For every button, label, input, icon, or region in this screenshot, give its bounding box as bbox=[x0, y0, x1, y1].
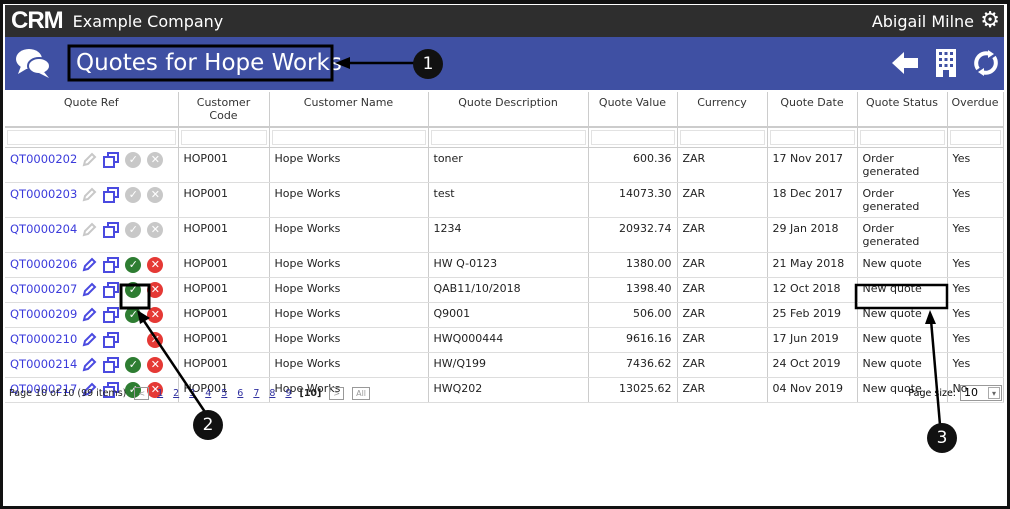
window-frame bbox=[0, 0, 1010, 509]
